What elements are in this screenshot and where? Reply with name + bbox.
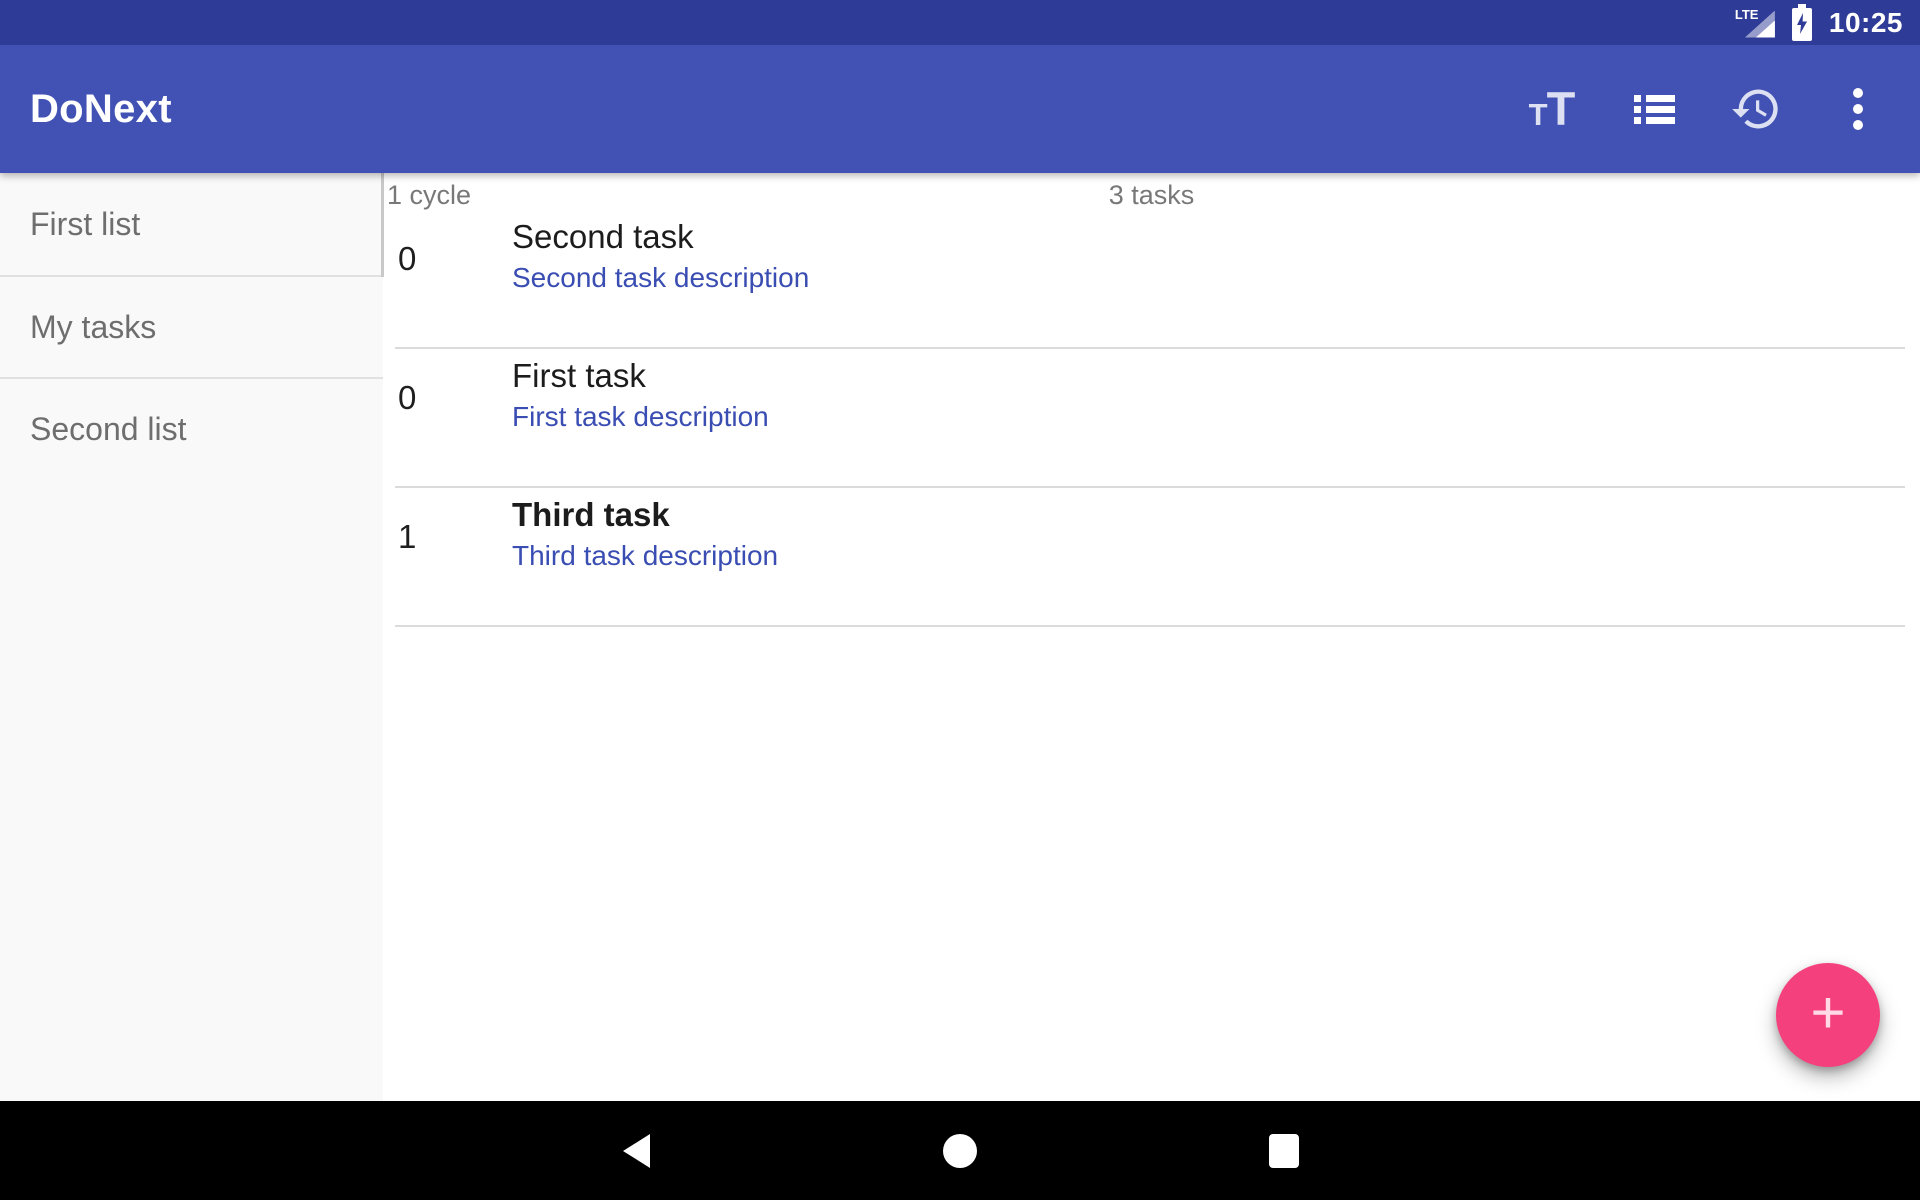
task-description: Third task description xyxy=(512,538,778,574)
status-bar: LTE 10:25 xyxy=(0,0,1920,45)
signal-strength-icon: LTE xyxy=(1735,5,1775,41)
android-nav-bar xyxy=(0,1101,1920,1200)
task-row[interactable]: 0 Second task Second task description xyxy=(395,210,1905,349)
task-title: First task xyxy=(512,355,769,397)
sidebar-item-label: My tasks xyxy=(30,309,156,346)
format-size-icon: T T xyxy=(1529,91,1576,128)
sidebar-item-label: Second list xyxy=(30,411,187,448)
task-row[interactable]: 0 First task First task description xyxy=(395,349,1905,488)
format-size-button[interactable]: T T xyxy=(1526,83,1578,135)
list-view-button[interactable] xyxy=(1628,83,1680,135)
task-cycle-count: 0 xyxy=(398,377,416,419)
plus-icon: + xyxy=(1810,983,1845,1043)
overflow-menu-icon xyxy=(1853,88,1863,130)
task-count-label: 3 tasks xyxy=(383,180,1920,211)
network-type-label: LTE xyxy=(1735,8,1759,21)
list-icon xyxy=(1634,95,1675,124)
task-title: Third task xyxy=(512,494,778,536)
sidebar-item-second-list[interactable]: Second list xyxy=(0,377,383,479)
recents-button[interactable] xyxy=(1260,1127,1308,1175)
overflow-menu-button[interactable] xyxy=(1832,83,1884,135)
home-icon xyxy=(943,1134,977,1168)
history-button[interactable] xyxy=(1730,83,1782,135)
back-button[interactable] xyxy=(612,1127,660,1175)
back-icon xyxy=(623,1134,650,1168)
task-description: First task description xyxy=(512,399,769,435)
sidebar-item-first-list[interactable]: First list xyxy=(0,173,383,275)
task-row[interactable]: 1 Third task Third task description xyxy=(395,488,1905,627)
task-cycle-count: 1 xyxy=(398,516,416,558)
task-list-panel: 1 cycle 3 tasks 0 Second task Second tas… xyxy=(383,173,1920,1101)
task-list: 0 Second task Second task description 0 … xyxy=(395,210,1905,627)
home-button[interactable] xyxy=(936,1127,984,1175)
list-summary-header: 1 cycle 3 tasks xyxy=(383,173,1920,210)
lists-sidebar: First list My tasks Second list xyxy=(0,173,383,1101)
sidebar-item-label: First list xyxy=(30,206,140,243)
add-task-fab[interactable]: + xyxy=(1776,963,1880,1067)
app-bar: DoNext T T xyxy=(0,45,1920,173)
task-title: Second task xyxy=(512,216,809,258)
recents-icon xyxy=(1269,1134,1299,1168)
app-bar-actions: T T xyxy=(1526,83,1884,135)
task-cycle-count: 0 xyxy=(398,238,416,280)
app-title: DoNext xyxy=(30,87,1526,132)
donext-app-screen: LTE 10:25 DoNext T T xyxy=(0,0,1920,1200)
sidebar-item-my-tasks[interactable]: My tasks xyxy=(0,275,383,377)
clock-time: 10:25 xyxy=(1829,7,1903,39)
task-description: Second task description xyxy=(512,260,809,296)
history-icon xyxy=(1730,81,1782,137)
battery-charging-icon xyxy=(1790,4,1814,42)
